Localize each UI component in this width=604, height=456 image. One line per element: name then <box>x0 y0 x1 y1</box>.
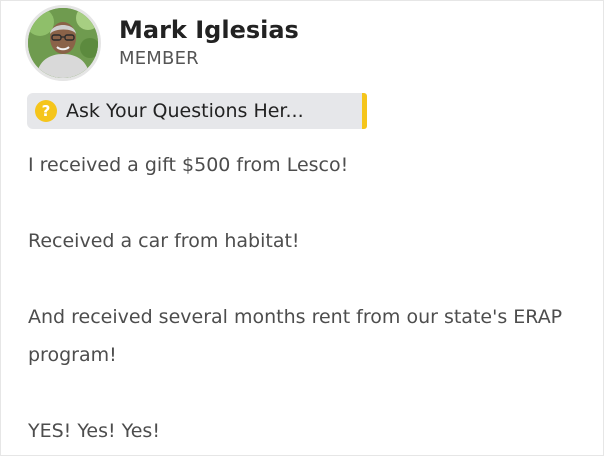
author-info: Mark Iglesias MEMBER <box>119 15 299 71</box>
topic-tag[interactable]: ? Ask Your Questions Her... <box>27 93 367 129</box>
post-card: Mark Iglesias MEMBER ? Ask Your Question… <box>0 0 604 456</box>
topic-tag-accent <box>362 93 367 129</box>
avatar[interactable] <box>25 5 101 81</box>
post-paragraph: Received a car from habitat! <box>28 230 300 252</box>
post-header: Mark Iglesias MEMBER <box>25 5 299 81</box>
post-paragraph: And received several months rent from ou… <box>28 306 563 366</box>
author-role: MEMBER <box>119 48 199 69</box>
question-circle-icon: ? <box>35 100 57 122</box>
topic-tag-label: Ask Your Questions Her... <box>66 100 304 122</box>
post-body: I received a gift $500 from Lesco! Recei… <box>28 146 588 450</box>
author-name[interactable]: Mark Iglesias <box>119 15 299 45</box>
avatar-image <box>28 8 98 78</box>
post-paragraph: I received a gift $500 from Lesco! <box>28 154 349 176</box>
post-paragraph: YES! Yes! Yes! <box>28 420 160 442</box>
